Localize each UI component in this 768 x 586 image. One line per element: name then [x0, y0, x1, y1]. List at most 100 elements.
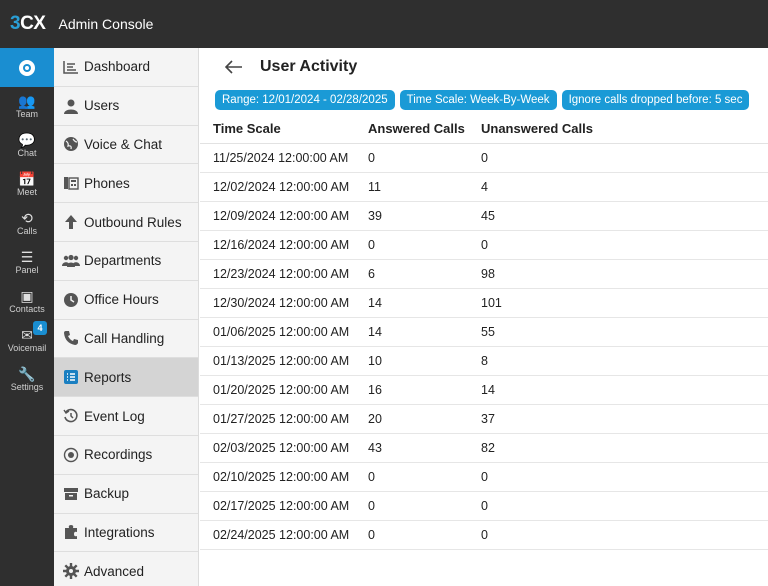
- sidebar-item-label: Event Log: [84, 408, 145, 424]
- cell-time-scale: 02/03/2025 12:00:00 AM: [200, 433, 368, 463]
- sidebar-item-dashboard[interactable]: Dashboard: [54, 48, 198, 87]
- meet-icon: 📅: [18, 171, 36, 187]
- ignore-calls-filter-chip[interactable]: Ignore calls dropped before: 5 sec: [561, 90, 750, 110]
- cell-time-scale: 02/24/2025 12:00:00 AM: [200, 520, 368, 550]
- column-header-time-scale[interactable]: Time Scale: [200, 114, 368, 144]
- rail-item-label: Team: [15, 109, 38, 119]
- cell-time-scale: 02/10/2025 12:00:00 AM: [200, 462, 368, 492]
- calls-history-icon: ⟲: [21, 210, 33, 226]
- cell-time-scale: 12/30/2024 12:00:00 AM: [200, 288, 368, 318]
- table-row[interactable]: 02/03/2025 12:00:00 AM 43 82: [200, 433, 768, 463]
- sidebar-item-event-log[interactable]: Event Log: [54, 397, 198, 436]
- cell-unanswered-calls: 0: [481, 520, 768, 550]
- sidebar-item-label: Dashboard: [84, 59, 151, 75]
- cell-time-scale: 01/13/2025 12:00:00 AM: [200, 346, 368, 376]
- cell-unanswered-calls: 14: [481, 375, 768, 405]
- sidebar-item-label: Office Hours: [84, 292, 159, 308]
- table-row[interactable]: 11/25/2024 12:00:00 AM 0 0: [200, 143, 768, 173]
- cell-unanswered-calls: 101: [481, 288, 768, 318]
- voicemail-count-badge: 4: [33, 321, 47, 335]
- cell-time-scale: 11/25/2024 12:00:00 AM: [200, 143, 368, 173]
- rail-item-label: Contacts: [9, 304, 45, 314]
- cell-time-scale: 12/09/2024 12:00:00 AM: [200, 201, 368, 231]
- time-scale-filter-chip[interactable]: Time Scale: Week-By-Week: [399, 90, 557, 110]
- cell-unanswered-calls: 0: [481, 491, 768, 521]
- column-header-answered-calls[interactable]: Answered Calls: [368, 114, 481, 144]
- sidebar-item-office-hours[interactable]: Office Hours: [54, 281, 198, 320]
- sidebar-item-call-handling[interactable]: Call Handling: [54, 320, 198, 359]
- table-row[interactable]: 12/09/2024 12:00:00 AM 39 45: [200, 201, 768, 231]
- table-row[interactable]: 01/27/2025 12:00:00 AM 20 37: [200, 404, 768, 434]
- rail-item-chat[interactable]: 💬 Chat: [0, 126, 54, 165]
- history-icon: [62, 407, 80, 425]
- cell-answered-calls: 39: [368, 201, 481, 231]
- back-arrow-icon[interactable]: [225, 57, 247, 77]
- cell-answered-calls: 14: [368, 288, 481, 318]
- rail-item-calls[interactable]: ⟲ Calls: [0, 204, 54, 243]
- table-row[interactable]: 01/20/2025 12:00:00 AM 16 14: [200, 375, 768, 405]
- panel-icon: ☰: [20, 249, 34, 265]
- cell-answered-calls: 43: [368, 433, 481, 463]
- sidebar-item-label: Advanced: [84, 563, 145, 579]
- app-rail: 👥 Team 💬 Chat 📅 Meet ⟲ Calls ☰ Panel ▣ Contacts ✉ Voi…: [0, 48, 54, 586]
- record-icon: [62, 446, 80, 464]
- rail-item-label: Panel: [15, 265, 39, 275]
- table-row[interactable]: 02/24/2025 12:00:00 AM 0 0: [200, 520, 768, 550]
- settings-sidebar: Dashboard Users Voice & Chat Phones Outbound…: [54, 48, 199, 586]
- rail-item-settings[interactable]: 🔧 Settings: [0, 360, 54, 399]
- arrow-up-icon: [62, 213, 80, 231]
- cell-answered-calls: 16: [368, 375, 481, 405]
- table-row[interactable]: 12/02/2024 12:00:00 AM 11 4: [200, 172, 768, 202]
- rail-item-label: Settings: [10, 382, 44, 392]
- sidebar-item-users[interactable]: Users: [54, 87, 198, 126]
- table-row[interactable]: 01/06/2025 12:00:00 AM 14 55: [200, 317, 768, 347]
- sidebar-item-integrations[interactable]: Integrations: [54, 514, 198, 553]
- cell-unanswered-calls: 37: [481, 404, 768, 434]
- sidebar-item-reports[interactable]: Reports: [54, 358, 198, 398]
- home-button[interactable]: [0, 48, 54, 87]
- 3cx-logo[interactable]: 3CX: [10, 13, 46, 35]
- sidebar-item-recordings[interactable]: Recordings: [54, 436, 198, 475]
- rail-item-meet[interactable]: 📅 Meet: [0, 165, 54, 204]
- cell-answered-calls: 0: [368, 491, 481, 521]
- cell-answered-calls: 14: [368, 317, 481, 347]
- rail-item-panel[interactable]: ☰ Panel: [0, 243, 54, 282]
- wrench-icon: 🔧: [18, 366, 36, 382]
- app-title: Admin Console: [58, 16, 154, 32]
- filter-chips: Range: 12/01/2024 - 02/28/2025 Time Scal…: [215, 90, 750, 110]
- table-row[interactable]: 12/23/2024 12:00:00 AM 6 98: [200, 259, 768, 289]
- sidebar-item-voice-chat[interactable]: Voice & Chat: [54, 126, 198, 165]
- home-icon: [19, 59, 35, 76]
- sidebar-item-advanced[interactable]: Advanced: [54, 552, 198, 586]
- phone-desk-icon: [62, 174, 80, 192]
- voicemail-icon: ✉: [21, 327, 33, 343]
- reports-icon: [62, 368, 80, 386]
- table-row[interactable]: 02/17/2025 12:00:00 AM 0 0: [200, 491, 768, 521]
- cell-time-scale: 01/06/2025 12:00:00 AM: [200, 317, 368, 347]
- user-icon: [62, 97, 80, 115]
- sidebar-item-label: Users: [84, 98, 120, 114]
- rail-item-contacts[interactable]: ▣ Contacts: [0, 282, 54, 321]
- table-header-row: Time Scale Answered Calls Unanswered Cal…: [200, 114, 768, 144]
- rail-item-team[interactable]: 👥 Team: [0, 87, 54, 126]
- table-row[interactable]: 01/13/2025 12:00:00 AM 10 8: [200, 346, 768, 376]
- cell-answered-calls: 0: [368, 462, 481, 492]
- table-row[interactable]: 12/16/2024 12:00:00 AM 0 0: [200, 230, 768, 260]
- page-title: User Activity: [260, 58, 358, 75]
- column-header-unanswered-calls[interactable]: Unanswered Calls: [481, 114, 768, 144]
- cell-answered-calls: 11: [368, 172, 481, 202]
- range-filter-chip[interactable]: Range: 12/01/2024 - 02/28/2025: [215, 90, 395, 110]
- sidebar-item-phones[interactable]: Phones: [54, 164, 198, 204]
- sidebar-item-label: Departments: [84, 253, 162, 269]
- cell-time-scale: 01/20/2025 12:00:00 AM: [200, 375, 368, 405]
- cell-answered-calls: 10: [368, 346, 481, 376]
- table-row[interactable]: 02/10/2025 12:00:00 AM 0 0: [200, 462, 768, 492]
- rail-item-voicemail[interactable]: ✉ Voicemail 4: [0, 321, 54, 360]
- puzzle-icon: [62, 523, 80, 541]
- sidebar-item-backup[interactable]: Backup: [54, 475, 198, 514]
- cell-unanswered-calls: 55: [481, 317, 768, 347]
- sidebar-item-departments[interactable]: Departments: [54, 242, 198, 281]
- sidebar-item-outbound-rules[interactable]: Outbound Rules: [54, 203, 198, 242]
- departments-icon: [62, 252, 80, 270]
- table-row[interactable]: 12/30/2024 12:00:00 AM 14 101: [200, 288, 768, 318]
